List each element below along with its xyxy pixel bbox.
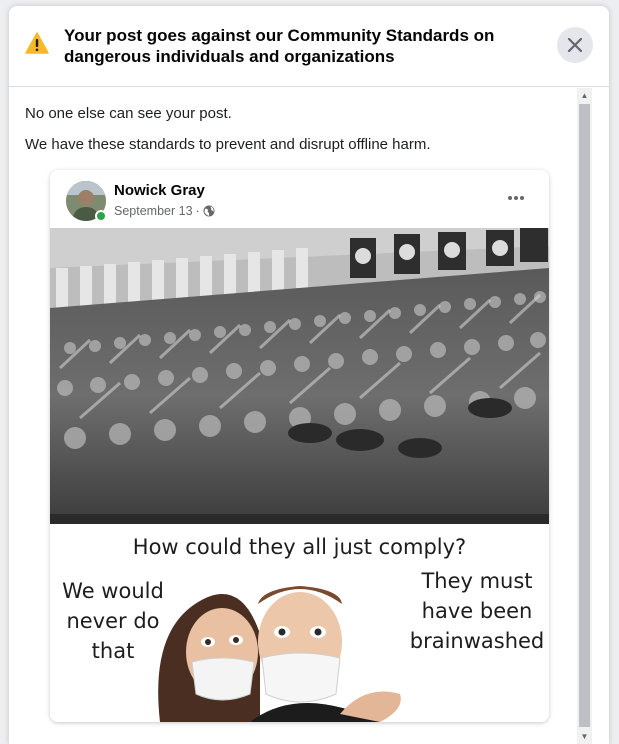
warning-triangle-icon (25, 32, 49, 54)
masked-couple-illustration (158, 586, 401, 722)
post-header: Nowick Gray September 13 · (50, 170, 549, 228)
dialog-header: Your post goes against our Community Sta… (9, 6, 609, 87)
meme-caption-area: How could they all just comply? We would… (50, 524, 549, 722)
dialog-title: Your post goes against our Community Sta… (64, 26, 495, 66)
scroll-down-arrow-icon[interactable]: ▼ (577, 729, 592, 744)
post-meta: September 13 · (114, 204, 215, 218)
meta-separator: · (195, 204, 200, 218)
scroll-up-arrow-icon[interactable]: ▲ (577, 88, 592, 103)
globe-icon (203, 205, 215, 217)
online-status-dot (95, 210, 107, 222)
post-image[interactable]: How could they all just comply? We would… (50, 228, 549, 722)
meme-caption-top: How could they all just comply? (132, 535, 467, 559)
close-button[interactable] (557, 27, 593, 63)
scrollbar[interactable]: ▲ ▼ (577, 88, 592, 744)
visibility-message: No one else can see your post. (25, 105, 232, 122)
dialog-body[interactable]: No one else can see your post. We have t… (9, 88, 609, 744)
policy-violation-dialog: Your post goes against our Community Sta… (9, 6, 609, 744)
close-icon (567, 37, 583, 53)
more-horizontal-icon (508, 196, 524, 200)
post-author[interactable]: Nowick Gray (114, 182, 205, 199)
post-preview: Nowick Gray September 13 · How could the… (50, 170, 549, 722)
scrollbar-thumb[interactable] (579, 104, 590, 727)
standards-message: We have these standards to prevent and d… (25, 136, 431, 153)
post-date[interactable]: September 13 (114, 204, 193, 218)
more-options-button[interactable] (502, 186, 530, 210)
crowd-photo (50, 228, 549, 524)
meme-caption-right: They must have been brainwashed (409, 569, 545, 653)
